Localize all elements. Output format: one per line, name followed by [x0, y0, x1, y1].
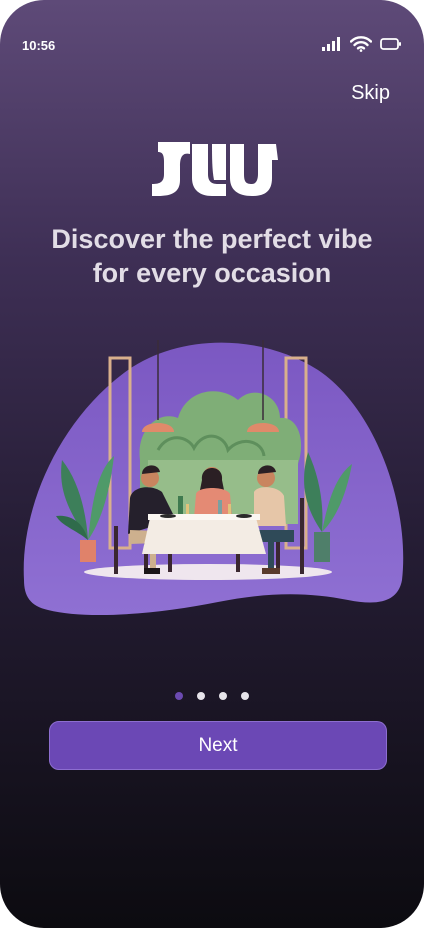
brand-logo — [152, 140, 278, 198]
status-icons — [322, 36, 402, 52]
signal-icon — [322, 37, 340, 51]
page-dot-4[interactable] — [241, 692, 249, 700]
wifi-icon — [350, 36, 372, 52]
onboarding-screen: 10:56 Skip Discover the perfect vibe for… — [0, 0, 424, 928]
skip-button[interactable]: Skip — [351, 82, 390, 105]
status-time: 10:56 — [22, 38, 56, 53]
onboarding-headline: Discover the perfect vibe for every occa… — [0, 222, 424, 290]
next-button[interactable]: Next — [49, 721, 387, 770]
page-dot-2[interactable] — [197, 692, 205, 700]
status-bar: 10:56 — [22, 36, 402, 56]
page-indicator — [0, 692, 424, 700]
dining-scene-illustration — [18, 340, 406, 620]
page-dot-3[interactable] — [219, 692, 227, 700]
headline-line-2: for every occasion — [92, 258, 332, 288]
page-dot-1[interactable] — [175, 692, 183, 700]
headline-line-1: Discover the perfect vibe — [51, 224, 373, 254]
battery-icon — [380, 38, 401, 50]
